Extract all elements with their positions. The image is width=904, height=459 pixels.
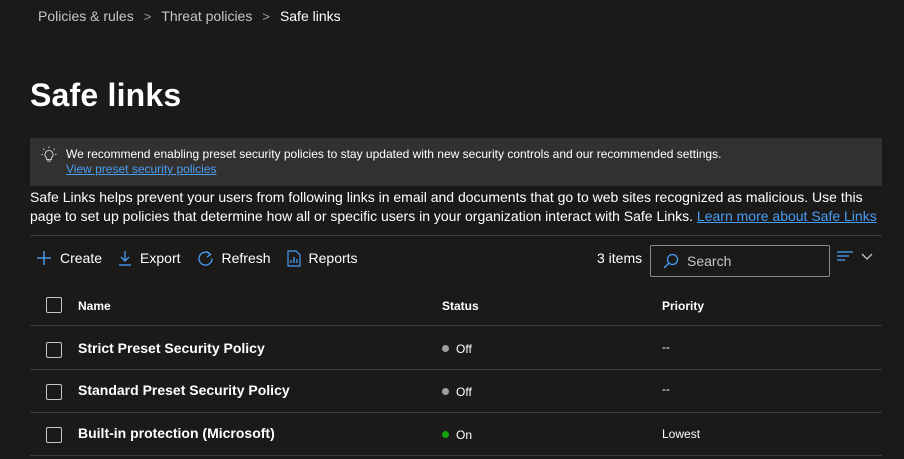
- breadcrumb-separator: >: [143, 8, 152, 24]
- command-bar: Create Export Refresh Reports: [36, 246, 374, 270]
- table-row[interactable]: Built-in protection (Microsoft) On Lowes…: [30, 413, 882, 456]
- table-row[interactable]: Standard Preset Security Policy Off --: [30, 370, 882, 413]
- column-name-header[interactable]: Name: [78, 299, 111, 313]
- refresh-button[interactable]: Refresh: [197, 250, 271, 267]
- recommendation-banner: We recommend enabling preset security po…: [30, 138, 882, 186]
- status-text: On: [456, 428, 473, 442]
- policy-name[interactable]: Built-in protection (Microsoft): [78, 425, 275, 441]
- row-checkbox[interactable]: [46, 342, 62, 358]
- breadcrumb-safe-links: Safe links: [279, 8, 341, 24]
- status-cell: Off: [442, 342, 472, 356]
- refresh-icon: [197, 250, 213, 266]
- view-options-button[interactable]: [837, 249, 873, 263]
- chevron-down-icon: [861, 253, 873, 260]
- priority-cell: --: [662, 340, 670, 354]
- row-checkbox[interactable]: [46, 427, 62, 443]
- select-all-checkbox[interactable]: [46, 297, 62, 313]
- view-preset-policies-link[interactable]: View preset security policies: [66, 162, 217, 177]
- priority-cell: Lowest: [662, 427, 701, 441]
- lightbulb-icon: [41, 146, 57, 162]
- priority-cell: --: [662, 382, 670, 396]
- learn-more-link[interactable]: Learn more about Safe Links: [697, 208, 877, 224]
- report-icon: [286, 249, 301, 267]
- download-icon: [119, 251, 132, 266]
- column-priority-header[interactable]: Priority: [662, 299, 704, 313]
- create-button[interactable]: Create: [36, 250, 102, 266]
- status-dot-icon: [442, 431, 449, 438]
- row-checkbox[interactable]: [46, 384, 62, 400]
- status-cell: Off: [442, 385, 472, 399]
- breadcrumb: Policies & rules > Threat policies > Saf…: [38, 8, 341, 24]
- policy-name[interactable]: Strict Preset Security Policy: [78, 340, 265, 356]
- page-title: Safe links: [30, 77, 182, 113]
- status-text: Off: [456, 342, 472, 356]
- search-box[interactable]: [650, 245, 830, 277]
- export-button[interactable]: Export: [118, 250, 181, 266]
- page-description: Safe Links helps prevent your users from…: [30, 188, 890, 226]
- table-header: Name Status Priority: [30, 288, 882, 326]
- status-dot-icon: [442, 388, 449, 395]
- column-status-header[interactable]: Status: [442, 299, 479, 313]
- divider: [30, 235, 882, 236]
- status-dot-icon: [442, 345, 449, 352]
- table-row[interactable]: Strict Preset Security Policy Off --: [30, 327, 882, 370]
- filter-lines-icon: [837, 251, 853, 261]
- search-icon: [663, 253, 679, 269]
- items-count: 3 items: [597, 250, 643, 266]
- banner-message: We recommend enabling preset security po…: [66, 147, 722, 161]
- export-label: Export: [140, 250, 181, 266]
- policy-name[interactable]: Standard Preset Security Policy: [78, 382, 290, 398]
- plus-icon: [37, 251, 51, 265]
- breadcrumb-separator: >: [262, 8, 270, 24]
- reports-button[interactable]: Reports: [286, 249, 358, 267]
- refresh-label: Refresh: [221, 250, 271, 266]
- breadcrumb-policies-rules[interactable]: Policies & rules: [38, 8, 134, 24]
- search-input[interactable]: [687, 253, 817, 269]
- breadcrumb-threat-policies[interactable]: Threat policies: [161, 8, 252, 24]
- status-text: Off: [456, 385, 472, 399]
- create-label: Create: [60, 250, 103, 266]
- reports-label: Reports: [308, 250, 358, 266]
- status-cell: On: [442, 428, 472, 442]
